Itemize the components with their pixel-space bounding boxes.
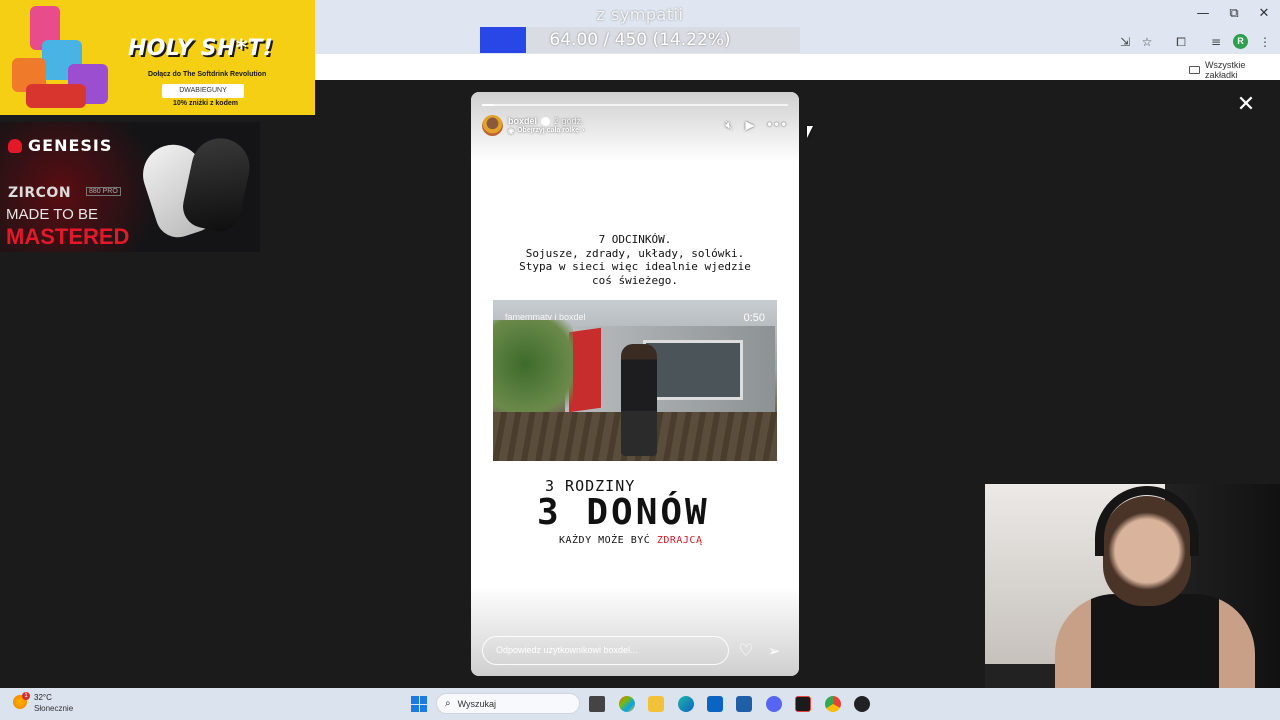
weather-desc[interactable]: Słonecznie	[34, 704, 73, 713]
all-bookmarks-label: Wszystkie zakładki	[1204, 60, 1246, 80]
holy-ad-banner: HOLY SH*T! Dołącz do The Softdrink Revol…	[0, 0, 315, 115]
genesis-tagline-1: MADE TO BE	[6, 206, 98, 223]
streaming-app-icon[interactable]	[795, 696, 811, 712]
edge-icon[interactable]	[678, 696, 694, 712]
menu-icon[interactable]: ⋮	[1257, 34, 1273, 50]
mute-icon[interactable]: 🔇︎	[722, 118, 736, 132]
donation-goal-bar: 64.00 / 450 (14.22%)	[480, 27, 800, 53]
genesis-logo-icon	[8, 138, 22, 153]
story-text-line: Sojusze, zdrady, układy, solówki.	[525, 246, 745, 260]
more-options-icon[interactable]: •••	[766, 118, 787, 132]
story-text-line: coś świeżego.	[591, 273, 679, 287]
video-person	[621, 344, 657, 456]
weather-temp[interactable]: 32°C	[34, 693, 52, 702]
dons-text: 3 DONÓW	[537, 492, 710, 533]
video-duration: 0:50	[743, 312, 765, 324]
extensions-icon[interactable]: ⧠	[1173, 34, 1189, 50]
genesis-brand: GENESIS	[28, 136, 113, 155]
profile-avatar[interactable]: R	[1233, 34, 1248, 49]
play-icon[interactable]: ▶	[743, 118, 757, 132]
chrome-icon[interactable]	[825, 696, 841, 712]
outlook-icon[interactable]	[707, 696, 723, 712]
story-avatar[interactable]	[482, 115, 503, 136]
donation-goal-text: 64.00 / 450 (14.22%)	[549, 30, 731, 50]
screen: — ⧉ ✕ ⇲ ☆ ⧠ ≡ R ⋮ Wszystkie zakładki box…	[0, 0, 1280, 720]
black-mouse-image	[179, 132, 255, 236]
genesis-logo: GENESIS	[8, 136, 112, 155]
minimize-button[interactable]: —	[1195, 6, 1211, 22]
video-banner	[569, 327, 601, 413]
drink-cans-image	[8, 6, 108, 110]
story-text: 7 ODCINKÓW. Sojusze, zdrady, układy, sol…	[491, 233, 779, 287]
close-window-button[interactable]: ✕	[1256, 6, 1272, 22]
story-text-line: 7 ODCINKÓW.	[598, 233, 672, 246]
verified-icon	[541, 116, 551, 126]
story-text-line: Stypa w sieci więc idealnie wjedzie	[519, 260, 751, 273]
story-reel-label: Obejrzyj całą rolkę	[517, 127, 579, 134]
mouse-cursor	[807, 126, 813, 138]
obs-icon[interactable]	[854, 696, 870, 712]
media-icon[interactable]: ≡	[1208, 34, 1224, 50]
install-icon[interactable]: ⇲	[1117, 34, 1133, 50]
all-bookmarks-button[interactable]: Wszystkie zakładki	[1189, 60, 1280, 80]
genesis-product: ZIRCON	[8, 185, 72, 201]
traitor-text: KAŻDY MOŻE BYĆ ZDRAJCĄ	[559, 535, 702, 546]
weather-badge: 1	[22, 692, 30, 700]
reply-input[interactable]: Odpowiedz użytkownikowi boxdel...	[482, 636, 729, 665]
holy-discount: 10% zniżki z kodem	[173, 100, 238, 107]
embedded-video[interactable]: famemmatv i boxdel 0:50	[493, 300, 777, 461]
copilot-icon[interactable]	[619, 696, 635, 712]
heart-icon[interactable]: ♡	[737, 642, 755, 660]
story-progress-bar	[482, 104, 788, 106]
traitor-prefix: KAŻDY MOŻE BYĆ	[559, 535, 651, 546]
video-window	[643, 340, 743, 400]
taskbar-search-placeholder: Wyszukaj	[457, 698, 497, 709]
story-user-row: boxdel 2 godz.	[508, 116, 584, 126]
video-caption: famemmatv i boxdel	[505, 312, 586, 322]
story-reel-link[interactable]: ◉ Obejrzyj całą rolkę ›	[508, 127, 584, 135]
holy-subtitle: Dołącz do The Softdrink Revolution	[148, 71, 267, 78]
reel-icon: ◉	[508, 128, 515, 135]
star-icon[interactable]: ☆	[1139, 34, 1155, 50]
taskbar	[0, 688, 1280, 720]
traitor-word: ZDRAJCĄ	[656, 535, 703, 546]
store-icon[interactable]	[736, 696, 752, 712]
taskbar-search[interactable]: ⌕ Wyszukaj	[436, 693, 580, 714]
story-time: 2 godz.	[554, 116, 584, 126]
search-icon: ⌕	[445, 698, 451, 709]
story-username[interactable]: boxdel	[508, 116, 537, 126]
file-explorer-icon[interactable]	[648, 696, 664, 712]
task-view-icon[interactable]	[589, 696, 605, 712]
story-progress-fill	[482, 104, 495, 106]
holy-code: DWABIEGUNY	[162, 84, 244, 98]
discord-icon[interactable]	[766, 696, 782, 712]
story-card[interactable]: boxdel 2 godz. ◉ Obejrzyj całą rolkę › 🔇…	[471, 92, 799, 676]
genesis-ad-banner: GENESIS ZIRCON 880 PRO MADE TO BE MASTER…	[0, 122, 260, 252]
genesis-model: 880 PRO	[86, 187, 121, 196]
folder-icon	[1189, 66, 1200, 74]
holy-title: HOLY SH*T!	[128, 36, 274, 61]
genesis-tagline-2: MASTERED	[6, 224, 130, 249]
webcam-overlay	[985, 484, 1280, 720]
donation-goal-title: z sympatii	[596, 5, 684, 24]
chevron-right-icon: ›	[581, 127, 585, 134]
close-icon[interactable]: ✕	[1235, 94, 1257, 116]
windows-start-icon[interactable]	[411, 696, 427, 712]
send-icon[interactable]: ➢	[765, 642, 783, 660]
restore-button[interactable]: ⧉	[1226, 6, 1242, 22]
